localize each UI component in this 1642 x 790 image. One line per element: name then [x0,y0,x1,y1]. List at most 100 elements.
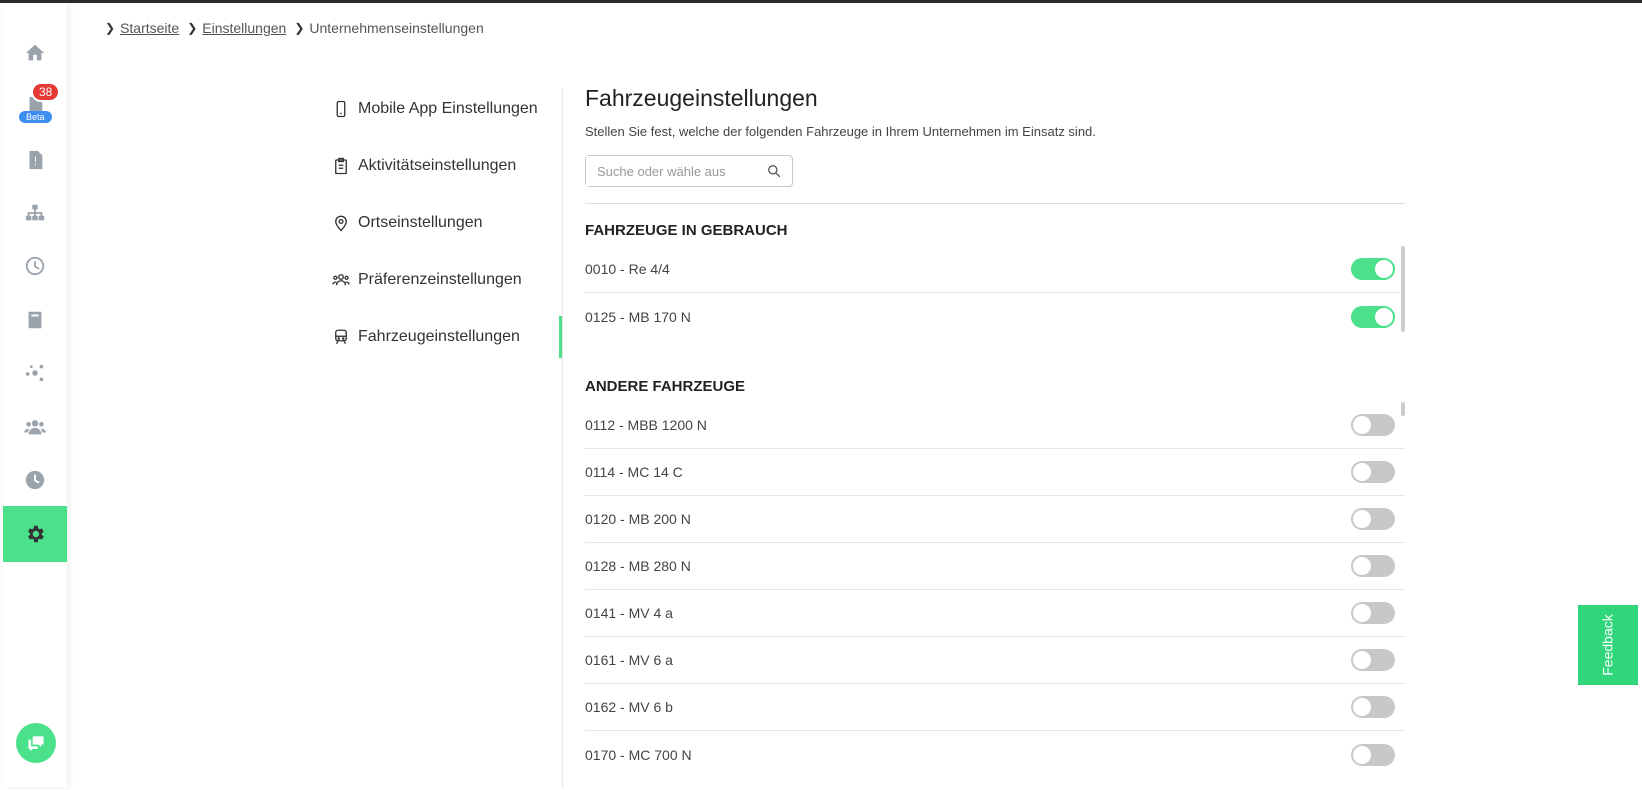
nav-connections[interactable] [3,345,67,401]
scrollbar[interactable] [1401,402,1405,416]
nav-report[interactable] [3,132,67,188]
vehicle-row: 0010 - Re 4/4 [585,246,1405,293]
page-subtitle: Stellen Sie fest, welche der folgenden F… [585,124,1096,139]
nav-home[interactable] [3,25,67,81]
toggle-knob [1375,260,1393,278]
settings-icon [28,525,44,543]
scrollbar[interactable] [1401,246,1405,332]
vehicle-label: 0125 - MB 170 N [585,308,691,325]
vehicle-label: 0128 - MB 280 N [585,558,691,574]
history-icon [25,470,45,490]
breadcrumb-current: Unternehmenseinstellungen [309,20,484,36]
phone-icon [336,100,346,117]
breadcrumb-item: ❯ Unternehmenseinstellungen [294,20,483,36]
vehicle-label: 0112 - MBB 1200 N [585,417,707,433]
subnav-item-mobile-app[interactable]: Mobile App Einstellungen [332,80,562,137]
subnav-label: Ortseinstellungen [358,213,483,231]
vehicle-toggle[interactable] [1351,508,1395,530]
chat-icon [28,736,44,752]
vehicle-label: 0010 - Re 4/4 [585,261,670,277]
vehicle-label: 0120 - MB 200 N [585,511,691,527]
feedback-label: Feedback [1600,614,1617,676]
breadcrumb-link-startseite[interactable]: Startseite [120,20,179,36]
toggle-knob [1353,463,1371,481]
vehicle-label: 0170 - MC 700 N [585,746,692,763]
top-border [0,0,1642,3]
vehicle-toggle[interactable] [1351,305,1395,328]
team-icon [24,420,46,435]
connections-icon [25,364,44,382]
toggle-knob [1353,745,1371,764]
sidebar: 38 Beta [3,3,67,787]
book-icon [28,311,42,329]
notification-badge: 38 [31,82,61,102]
toggle-knob [1353,604,1371,622]
vehicle-row: 0161 - MV 6 a [585,637,1405,684]
vehicle-toggle[interactable] [1351,461,1395,483]
toggle-knob [1375,307,1393,326]
vehicle-label: 0141 - MV 4 a [585,605,673,621]
location-pin-icon [335,215,347,231]
vehicle-toggle[interactable] [1351,649,1395,671]
subnav-item-locations[interactable]: Ortseinstellungen [332,194,562,251]
nav-time[interactable] [3,238,67,294]
vehicle-toggle[interactable] [1351,696,1395,718]
vehicle-row: 0128 - MB 280 N [585,543,1405,590]
vehicle-row: 0112 - MBB 1200 N [585,402,1405,449]
home-icon [25,44,45,61]
nav-network[interactable] [3,185,67,241]
toggle-knob [1353,557,1371,575]
chevron-right-icon: ❯ [105,21,116,35]
vehicle-row: 0170 - MC 700 N [585,731,1405,778]
people-icon [332,273,350,285]
subnav-item-activities[interactable]: Aktivitätseinstellungen [332,137,562,194]
clock-icon [25,256,45,276]
clipboard-icon [335,157,347,174]
subnav-item-vehicles[interactable]: Fahrzeugeinstellungen [332,308,562,365]
nav-team[interactable] [3,399,67,455]
divider [585,203,1405,204]
vehicle-toggle[interactable] [1351,555,1395,577]
chevron-right-icon: ❯ [294,21,305,35]
search-input[interactable] [586,156,756,186]
main-content: Fahrzeugeinstellungen Stellen Sie fest, … [585,85,1405,778]
breadcrumb-item: ❯ Einstellungen [187,20,286,36]
beta-badge: Beta [19,111,52,123]
breadcrumb: ❯ Startseite ❯ Einstellungen ❯ Unternehm… [105,20,492,36]
breadcrumb-link-einstellungen[interactable]: Einstellungen [202,20,286,36]
chevron-right-icon: ❯ [187,21,198,35]
vehicle-toggle[interactable] [1351,258,1395,280]
chat-button[interactable] [16,723,56,763]
section-title-in-use: FAHRZEUGE IN GEBRAUCH [585,222,788,239]
feedback-tab[interactable]: Feedback [1578,605,1638,685]
vehicle-row: 0162 - MV 6 b [585,684,1405,731]
subnav-label: Präferenzeinstellungen [358,270,522,288]
vehicle-toggle[interactable] [1351,602,1395,624]
nav-book[interactable] [3,292,67,348]
subnav-divider [562,88,563,788]
vehicle-label: 0161 - MV 6 a [585,652,673,668]
toggle-knob [1353,698,1371,716]
train-icon [335,329,347,344]
nav-settings[interactable] [3,506,67,562]
vehicle-row: 0125 - MB 170 N [585,293,1405,340]
vehicle-label: 0114 - MC 14 C [585,464,683,480]
network-icon [25,204,45,221]
other-vehicles-list: 0112 - MBB 1200 N 0114 - MC 14 C 0120 - MB… [585,402,1405,778]
toggle-knob [1353,416,1371,434]
vehicle-toggle[interactable] [1351,743,1395,766]
subnav-item-preferences[interactable]: Präferenzeinstellungen [332,251,562,308]
vehicle-toggle[interactable] [1351,414,1395,436]
subnav-label: Aktivitätseinstellungen [358,156,517,174]
vehicle-label: 0162 - MV 6 b [585,699,673,715]
search-icon[interactable] [767,164,781,178]
nav-history[interactable] [3,452,67,508]
page-title: Fahrzeugeinstellungen [585,85,818,111]
toggle-knob [1353,651,1371,669]
vehicle-row: 0120 - MB 200 N [585,496,1405,543]
breadcrumb-item: ❯ Startseite [105,20,179,36]
subnav-label: Mobile App Einstellungen [358,99,538,117]
vehicle-row: 0114 - MC 14 C [585,449,1405,496]
toggle-knob [1353,510,1371,528]
nav-documents[interactable]: 38 Beta [3,78,67,134]
